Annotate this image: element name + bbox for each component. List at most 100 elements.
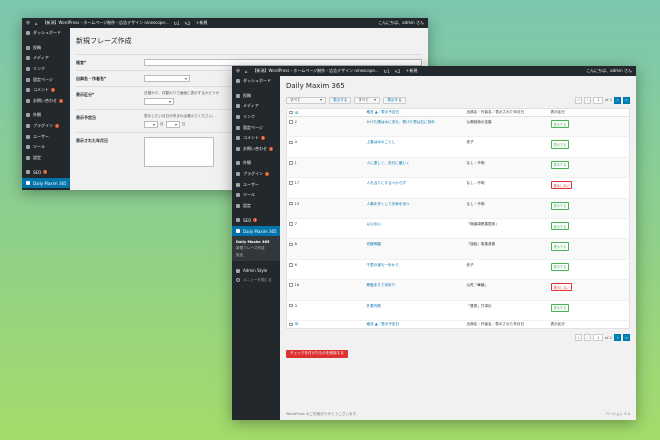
row-checkbox[interactable] [289,303,293,308]
status-badge[interactable]: 表示しない [550,283,573,292]
last-page-button[interactable]: » [623,96,630,104]
submenu-item-0[interactable]: Daily Maxim 365 [232,238,280,245]
sidebar-item-8[interactable]: プラグイン 1 [22,121,70,132]
status-select[interactable] [144,98,174,105]
status-badge[interactable]: 表示する [550,242,570,251]
maxim-link[interactable]: 人を当てにするべからず [367,181,407,185]
status-badge[interactable]: 表示する [550,201,570,210]
sidebar-item-0[interactable]: ダッシュボード [22,28,70,39]
sidebar-item-7[interactable]: 外観 [232,158,280,169]
column-id[interactable]: ID [286,108,365,117]
column-id-footer[interactable]: ID [286,320,365,329]
sidebar-item-7[interactable]: 外観 [22,110,70,121]
sidebar-item-4[interactable]: 固定ページ [232,122,280,133]
sidebar-item-2[interactable]: メディア [232,101,280,112]
status-badge[interactable]: 表示する [550,303,570,312]
filter-select-2[interactable]: すべて [354,96,381,104]
sidebar-item-0[interactable]: ダッシュボード [232,76,280,87]
status-badge[interactable]: 表示する [550,160,570,169]
row-checkbox[interactable] [289,283,293,287]
status-badge[interactable]: 表示する [550,120,570,129]
sidebar-item-4[interactable]: 固定ページ [22,74,70,85]
home-icon[interactable]: ⌂ [35,21,38,26]
column-maxim-footer[interactable]: 格言 ▲／表示予定日 [364,320,465,329]
next-page-button-bottom[interactable]: › [614,334,621,342]
sidebar-item-13[interactable]: Daily Maxim 365 [232,225,280,237]
cell-maxim[interactable]: 人を当てにするべからず [364,177,465,199]
cell-maxim[interactable]: 以心伝心 [364,218,465,240]
row-checkbox[interactable] [289,160,293,165]
site-name-link[interactable]: 【新潟】WordPress・ホームページ制作・広告デザイン ninescope.… [43,20,169,26]
sidebar-item-5[interactable]: コメント 2 [232,133,280,144]
filter-apply-button-2[interactable]: 表示する [383,96,406,104]
row-checkbox[interactable] [289,242,293,247]
submenu-item-2[interactable]: 設定 [232,252,280,259]
sidebar-item-13[interactable]: Daily Maxim 365 [22,177,70,189]
sidebar-item-2[interactable]: メディア [22,53,70,64]
new-link[interactable]: ＋ 新規 [195,20,207,26]
sidebar-item-3[interactable]: リンク [22,64,70,75]
bulk-delete-button[interactable]: チェックを付けたものを削除する [286,349,348,358]
sidebar-item-11[interactable]: 設定 [232,201,280,212]
first-page-button[interactable]: « [575,96,583,104]
sidebar-item-admin-style[interactable]: Admin Style [232,265,280,276]
sidebar-item-9[interactable]: ユーザー [232,179,280,190]
sidebar-item-10[interactable]: ツール [232,190,280,201]
maxim-link[interactable]: 以心伝心 [367,222,381,226]
sidebar-item-11[interactable]: 設定 [22,153,70,164]
greeting[interactable]: こんにちは、admin さん [378,20,424,26]
row-checkbox[interactable] [289,181,293,185]
maxim-link[interactable]: 外柔内剛 [367,304,381,308]
maxim-link[interactable]: 上善は水のごとし [367,140,396,144]
cell-maxim[interactable]: 節度ありて河あり [364,279,465,301]
sidebar-item-10[interactable]: ツール [22,142,70,153]
sidebar-item-12[interactable]: SEO 1 [232,215,280,226]
column-maxim[interactable]: 格言 ▲／表示予定日 [364,108,465,117]
home-icon[interactable]: ⌂ [245,69,248,74]
collapse-menu-button[interactable]: メニューを閉じる [232,276,280,285]
filter-apply-button-1[interactable]: 表示する [329,96,352,104]
greeting[interactable]: こんにちは、admin さん [586,68,632,74]
cell-maxim[interactable]: 千里の道も一歩から [364,259,465,281]
status-badge[interactable]: 表示しない [550,181,573,190]
prev-page-button-bottom[interactable]: ‹ [584,334,592,342]
maxim-link[interactable]: かけた情は水に流せ、受けた恩は石に刻め [367,120,435,124]
sidebar-item-6[interactable]: お問い合わせ 1 [232,144,280,155]
select-all-checkbox-footer[interactable] [289,322,293,327]
sidebar-item-1[interactable]: 投稿 [232,91,280,102]
row-checkbox[interactable] [289,201,293,206]
source-select[interactable] [144,75,190,82]
row-checkbox[interactable] [289,140,293,145]
maxim-input[interactable] [144,59,422,66]
maxim-link[interactable]: 千里の道も一歩から [367,263,399,267]
year-textarea[interactable] [144,137,214,167]
sidebar-item-5[interactable]: コメント 2 [22,85,70,96]
maxim-link[interactable]: 節度ありて河あり [367,283,396,287]
maxim-link[interactable]: 人事を尽くして天命を待つ [367,202,410,206]
cell-maxim[interactable]: 上善は水のごとし [364,136,465,158]
sidebar-item-6[interactable]: お問い合わせ 1 [22,96,70,107]
updates-link[interactable]: ↻ 1 [384,69,390,74]
sidebar-item-1[interactable]: 投稿 [22,43,70,54]
page-input[interactable]: 1 [593,96,604,104]
next-page-button[interactable]: › [614,96,621,104]
site-name-link[interactable]: 【新潟】WordPress・ホームページ制作・広告デザイン ninescope.… [253,68,379,74]
wp-logo-icon[interactable]: Ⓦ [26,20,30,26]
row-checkbox[interactable] [289,262,293,267]
status-badge[interactable]: 表示する [550,140,570,149]
comments-link[interactable]: ✎ 2 [395,69,401,74]
updates-link[interactable]: ↻ 1 [174,21,180,26]
first-page-button-bottom[interactable]: « [575,334,583,342]
cell-maxim[interactable]: 外柔内剛 [364,300,465,321]
status-badge[interactable]: 表示する [550,221,570,231]
maxim-link[interactable]: 切磋琢磨 [367,242,381,246]
cell-maxim[interactable]: 切磋琢磨 [364,238,465,260]
sidebar-item-8[interactable]: プラグイン 1 [232,169,280,180]
sidebar-item-9[interactable]: ユーザー [22,131,70,142]
day-select[interactable] [165,121,180,128]
month-select[interactable] [144,121,158,128]
filter-select-1[interactable]: すべて [286,96,326,104]
comments-link[interactable]: ✎ 2 [185,21,191,26]
new-link[interactable]: ＋ 新規 [405,68,417,74]
page-input-bottom[interactable]: 1 [593,334,604,342]
